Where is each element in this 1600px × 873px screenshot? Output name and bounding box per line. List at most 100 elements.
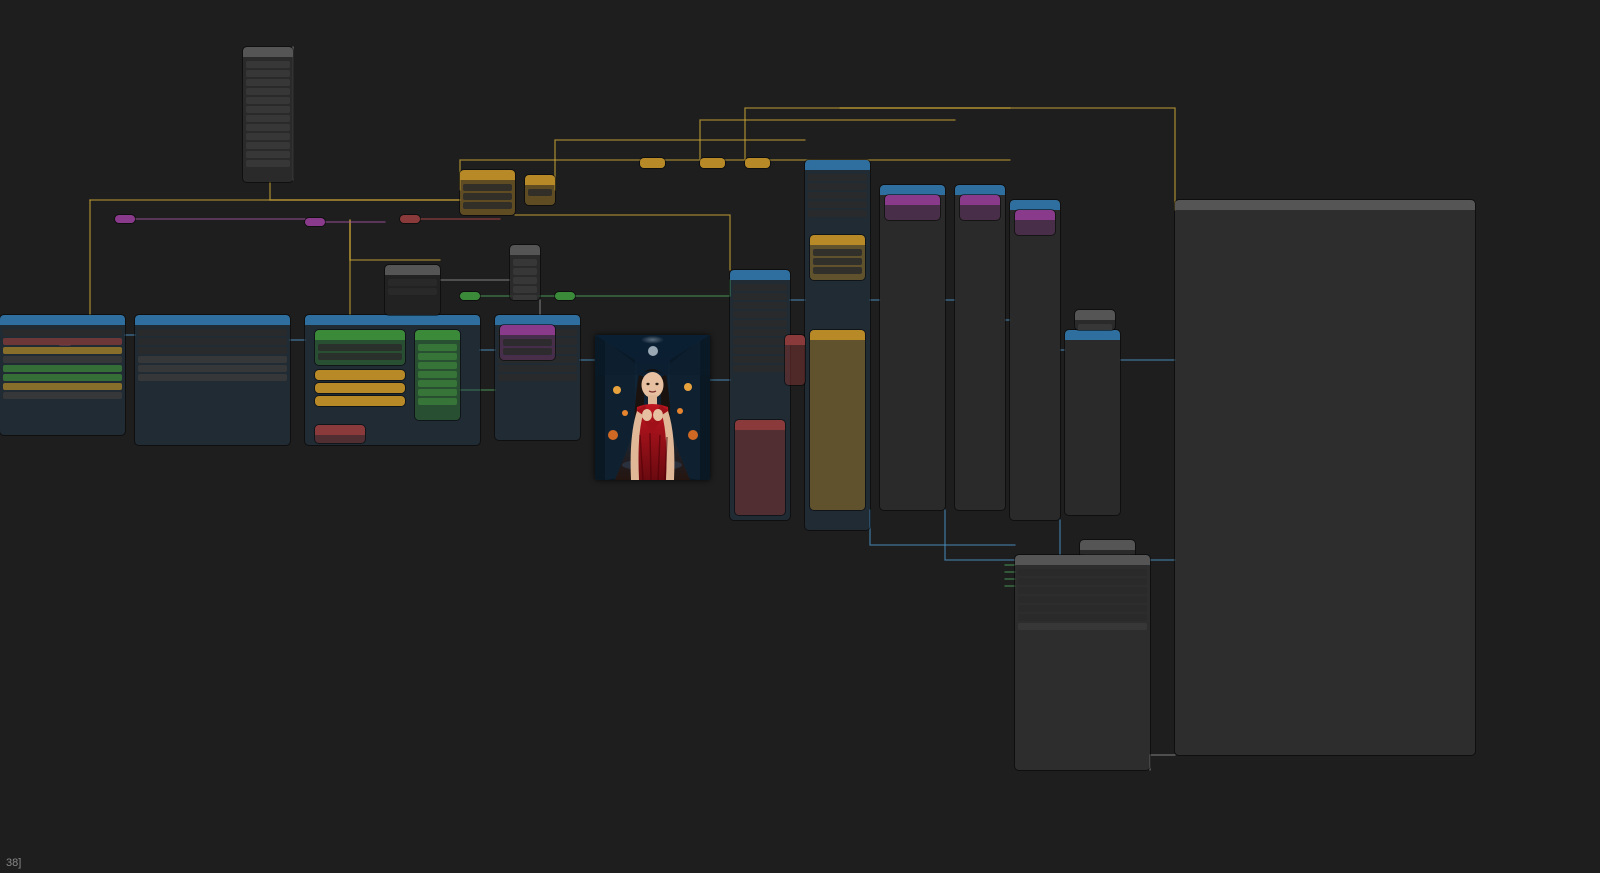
- node-tiny-y1[interactable]: [640, 158, 665, 168]
- node-col-b-yellow2[interactable]: [810, 330, 865, 510]
- node-title[interactable]: [735, 420, 785, 430]
- node-tiny-p1[interactable]: [115, 215, 135, 223]
- node-p4-purple[interactable]: [500, 325, 555, 360]
- node-title[interactable]: [640, 158, 665, 168]
- node-row: [733, 338, 787, 345]
- node-row: [513, 259, 537, 266]
- node-tiny-p2[interactable]: [305, 218, 325, 226]
- node-col-a-red[interactable]: [735, 420, 785, 515]
- node-title[interactable]: [315, 370, 405, 380]
- node-tiny-g1[interactable]: [555, 292, 575, 300]
- node-title[interactable]: [510, 245, 540, 255]
- node-row: [503, 339, 552, 346]
- node-row: [513, 295, 537, 300]
- node-title[interactable]: [810, 235, 865, 245]
- node-title[interactable]: [960, 195, 1000, 205]
- node-row: [883, 343, 942, 350]
- node-title[interactable]: [1075, 310, 1115, 320]
- node-title[interactable]: [810, 330, 865, 340]
- node-title[interactable]: [460, 292, 480, 300]
- node-title[interactable]: [315, 383, 405, 393]
- node-title[interactable]: [525, 175, 555, 185]
- node-row: [138, 338, 287, 345]
- node-row: [813, 258, 862, 265]
- node-title[interactable]: [135, 315, 290, 325]
- node-mid-yellow-1[interactable]: [460, 170, 515, 215]
- node-small-1[interactable]: [1075, 310, 1115, 330]
- node-title[interactable]: [745, 158, 770, 168]
- node-col-d-purple[interactable]: [960, 195, 1000, 220]
- node-title[interactable]: [700, 158, 725, 168]
- node-row: [883, 298, 942, 305]
- node-title[interactable]: [730, 270, 790, 280]
- node-tiny-y2[interactable]: [700, 158, 725, 168]
- node-row: [883, 316, 942, 323]
- node-big-panel[interactable]: [1175, 200, 1475, 755]
- node-row: [418, 398, 457, 405]
- node-title[interactable]: [805, 160, 870, 170]
- node-mid-dark-2[interactable]: [385, 265, 440, 315]
- node-title[interactable]: [115, 215, 135, 223]
- node-title[interactable]: [785, 335, 805, 345]
- node-row: [808, 183, 867, 190]
- node-panel-2[interactable]: [135, 315, 290, 445]
- node-body: [315, 340, 405, 364]
- image-preview-node[interactable]: [595, 335, 710, 480]
- node-title[interactable]: [1010, 200, 1060, 210]
- node-title[interactable]: [315, 396, 405, 406]
- node-p3-y3[interactable]: [315, 396, 405, 406]
- node-p3-y1[interactable]: [315, 370, 405, 380]
- node-col-e[interactable]: [1010, 200, 1060, 520]
- node-panel-1[interactable]: [0, 315, 125, 435]
- node-mid-yellow-2[interactable]: [525, 175, 555, 205]
- node-row: [3, 374, 122, 381]
- node-title[interactable]: [1065, 330, 1120, 340]
- node-title[interactable]: [305, 218, 325, 226]
- node-title[interactable]: [880, 185, 945, 195]
- node-tiny-g2[interactable]: [460, 292, 480, 300]
- node-col-e-purple[interactable]: [1015, 210, 1055, 235]
- node-title[interactable]: [885, 195, 940, 205]
- node-col-b-red[interactable]: [785, 335, 805, 385]
- node-row: [808, 192, 867, 199]
- node-title[interactable]: [1015, 555, 1150, 565]
- node-row: [883, 235, 942, 242]
- node-title[interactable]: [555, 292, 575, 300]
- node-title[interactable]: [400, 215, 420, 223]
- node-title[interactable]: [955, 185, 1005, 195]
- node-top-text[interactable]: [243, 47, 293, 182]
- node-title[interactable]: [0, 315, 125, 325]
- node-title[interactable]: [1015, 210, 1055, 220]
- node-p3-red[interactable]: [315, 425, 365, 443]
- node-tiny-y3[interactable]: [745, 158, 770, 168]
- node-p3-green[interactable]: [315, 330, 405, 365]
- node-body: [880, 195, 945, 363]
- node-title[interactable]: [1175, 200, 1475, 210]
- node-row: [958, 235, 1002, 242]
- node-title[interactable]: [243, 47, 293, 57]
- node-title[interactable]: [305, 315, 480, 325]
- node-mid-dark-1[interactable]: [510, 245, 540, 300]
- node-col-d[interactable]: [955, 185, 1005, 510]
- node-col-c[interactable]: [880, 185, 945, 510]
- node-bottom-panel[interactable]: [1015, 555, 1150, 770]
- node-title[interactable]: [500, 325, 555, 335]
- node-tiny-r1[interactable]: [400, 215, 420, 223]
- node-body: [810, 245, 865, 278]
- node-title[interactable]: [315, 425, 365, 435]
- node-body: [735, 430, 785, 434]
- node-title[interactable]: [385, 265, 440, 275]
- node-title[interactable]: [460, 170, 515, 180]
- node-col-f[interactable]: [1065, 330, 1120, 515]
- node-col-c-purple[interactable]: [885, 195, 940, 220]
- node-title[interactable]: [1080, 540, 1135, 550]
- node-p3-y2[interactable]: [315, 383, 405, 393]
- node-row: [958, 280, 1002, 287]
- node-title[interactable]: [415, 330, 460, 340]
- node-title[interactable]: [495, 315, 580, 325]
- node-row: [246, 133, 290, 140]
- node-col-b-yellow[interactable]: [810, 235, 865, 280]
- node-graph-canvas[interactable]: [0, 0, 1600, 873]
- node-p3-gcol[interactable]: [415, 330, 460, 420]
- node-title[interactable]: [315, 330, 405, 340]
